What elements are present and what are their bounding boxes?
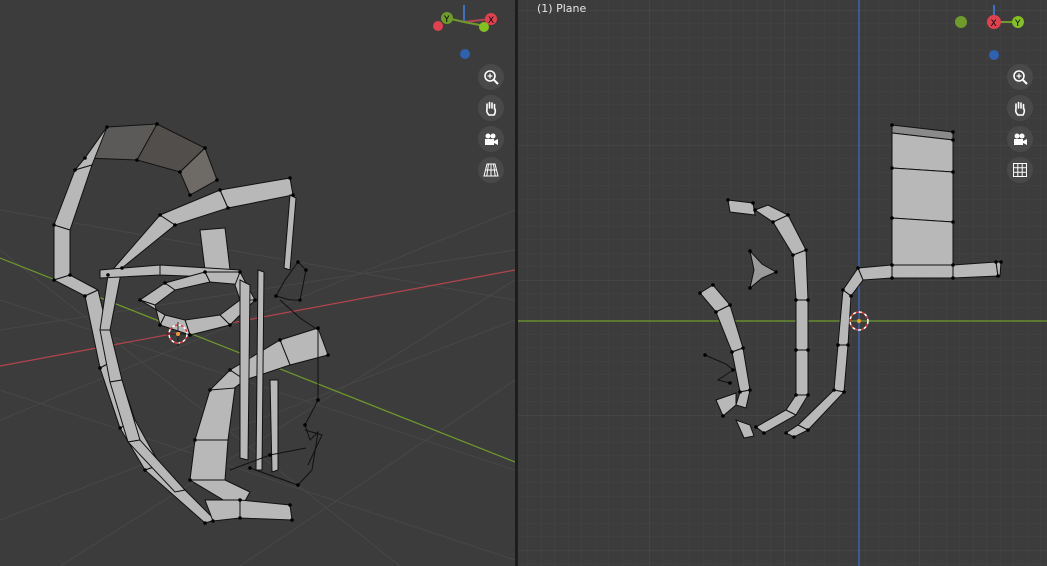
navigation-gizmo[interactable]: X Y	[954, 5, 1024, 67]
nav-buttons	[1007, 64, 1035, 188]
svg-text:Y: Y	[443, 15, 450, 25]
ortho-grid-major	[518, 0, 1047, 566]
zoom-icon[interactable]	[478, 64, 504, 90]
mesh-perspective[interactable]	[52, 123, 329, 524]
camera-icon[interactable]	[1007, 126, 1033, 152]
hand-pan-icon[interactable]	[1007, 95, 1033, 121]
svg-text:Y: Y	[1014, 19, 1021, 29]
navigation-gizmo[interactable]: Y X	[432, 5, 502, 67]
nav-buttons	[478, 64, 506, 188]
camera-icon[interactable]	[478, 126, 504, 152]
neg-y-axis-icon[interactable]	[479, 22, 489, 32]
viewport-perspective[interactable]: Y X	[0, 0, 515, 566]
viewport-object-label: (1) Plane	[537, 2, 587, 15]
perspective-scene[interactable]	[0, 0, 515, 566]
svg-text:X: X	[488, 16, 494, 26]
zoom-icon[interactable]	[1007, 64, 1033, 90]
viewport-orthographic[interactable]: (1) Plane X Y	[518, 0, 1047, 566]
neg-z-axis-icon[interactable]	[460, 49, 470, 59]
ortho-grid-icon[interactable]	[1007, 157, 1033, 183]
svg-text:X: X	[991, 19, 997, 29]
neg-y-axis-icon[interactable]	[955, 16, 967, 28]
perspective-grid-icon[interactable]	[478, 157, 504, 183]
ortho-scene[interactable]	[518, 0, 1047, 566]
neg-z-axis-icon[interactable]	[989, 50, 999, 60]
neg-x-axis-icon[interactable]	[433, 21, 443, 31]
hand-pan-icon[interactable]	[478, 95, 504, 121]
